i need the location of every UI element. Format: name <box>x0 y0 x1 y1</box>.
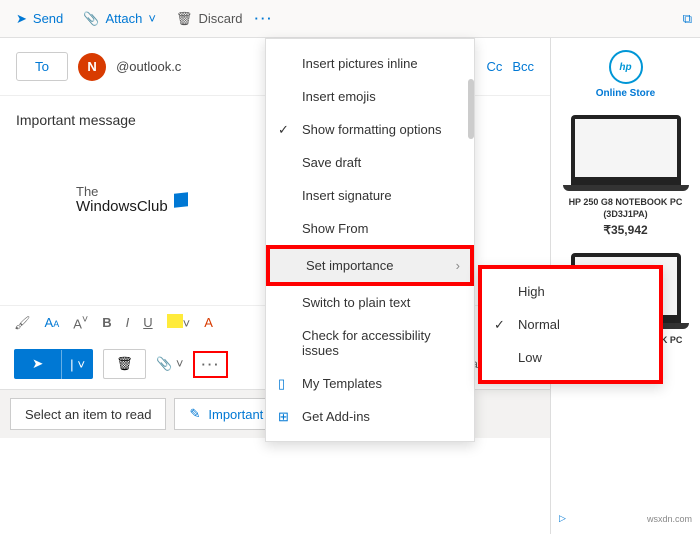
tab-read-label: Select an item to read <box>25 407 151 422</box>
discard-icon-button[interactable]: 🗑 <box>103 349 146 379</box>
product-name-1: HP 250 G8 NOTEBOOK PC (3D3J1PA) <box>555 197 696 220</box>
cc-button[interactable]: Cc <box>486 59 502 74</box>
scrollbar[interactable] <box>468 79 474 139</box>
importance-normal[interactable]: Normal <box>482 308 659 341</box>
popout-icon[interactable]: ⧉ <box>683 11 692 27</box>
trash-icon: 🗑 <box>176 11 193 27</box>
menu-insert-emojis[interactable]: Insert emojis <box>266 80 474 113</box>
menu-get-addins[interactable]: ⊞ Get Add-ins <box>266 400 474 433</box>
menu-show-formatting[interactable]: Show formatting options <box>266 113 474 146</box>
to-button[interactable]: To <box>16 52 68 81</box>
logo-line2: WindowsClub <box>76 199 168 216</box>
product-image-1[interactable] <box>571 115 681 185</box>
discard-button[interactable]: 🗑 Discard <box>168 7 251 31</box>
menu-accessibility[interactable]: Check for accessibility issues <box>266 319 474 367</box>
template-icon: ▯ <box>278 376 285 392</box>
chevron-down-icon: ˅ <box>148 11 156 26</box>
avatar[interactable]: N <box>78 53 106 81</box>
ad-site: wsxdn.com <box>647 514 692 524</box>
font-color-button[interactable]: A <box>204 315 213 330</box>
send-button[interactable]: ➤ Send <box>8 7 71 31</box>
product-price-1: ₹35,942 <box>603 223 647 237</box>
discard-label: Discard <box>198 11 242 26</box>
hp-logo-icon[interactable]: hp <box>609 50 643 84</box>
tab-read[interactable]: Select an item to read <box>10 398 166 430</box>
menu-insert-signature[interactable]: Insert signature <box>266 179 474 212</box>
ad-marker-icon[interactable]: ▷ <box>559 513 566 524</box>
logo-square-icon <box>174 193 188 208</box>
attach-label: Attach <box>105 11 142 26</box>
importance-submenu: High Normal Low <box>478 265 663 384</box>
attach-icon-button[interactable]: 📎 ˅ <box>156 356 183 372</box>
menu-plain-text[interactable]: Switch to plain text <box>266 286 474 319</box>
send-main[interactable]: ➤ <box>14 349 61 379</box>
font-size-icon[interactable]: A˅ <box>73 314 88 331</box>
recipient-email[interactable]: @outlook.c <box>116 59 181 74</box>
addins-icon: ⊞ <box>278 409 289 425</box>
logo-line1: The <box>76 185 168 199</box>
send-label: Send <box>33 11 63 26</box>
ad-footer: ▷ wsxdn.com <box>555 511 696 526</box>
more-actions-button[interactable]: ··· <box>255 11 274 26</box>
italic-button[interactable]: I <box>126 315 130 330</box>
menu-show-from[interactable]: Show From <box>266 212 474 245</box>
send-split-button[interactable]: ➤ | ˅ <box>14 349 93 379</box>
attach-button[interactable]: 📎 Attach ˅ <box>75 7 164 31</box>
highlight-button[interactable]: ˅ <box>167 314 191 331</box>
compose-toolbar: ➤ Send 📎 Attach ˅ 🗑 Discard ··· ⧉ <box>0 0 700 38</box>
menu-insert-pictures[interactable]: Insert pictures inline <box>266 47 474 80</box>
store-label: Online Store <box>596 88 655 99</box>
send-split[interactable]: | ˅ <box>61 350 93 379</box>
menu-set-importance[interactable]: Set importance › <box>266 245 474 286</box>
format-paint-icon[interactable]: 🖌 <box>14 315 31 331</box>
importance-low[interactable]: Low <box>482 341 659 374</box>
font-icon[interactable]: AA <box>45 315 60 330</box>
more-options-button[interactable]: ··· <box>193 351 228 378</box>
bold-button[interactable]: B <box>102 315 111 330</box>
menu-my-templates[interactable]: ▯ My Templates <box>266 367 474 400</box>
menu-save-draft[interactable]: Save draft <box>266 146 474 179</box>
menu-importance-label: Set importance <box>306 258 393 273</box>
attach-icon: 📎 <box>83 11 99 27</box>
send-icon: ➤ <box>16 11 27 27</box>
context-menu: Insert pictures inline Insert emojis Sho… <box>265 38 475 442</box>
edit-icon: ✎ <box>189 406 200 422</box>
chevron-right-icon: › <box>456 258 460 273</box>
menu-addins-label: Get Add-ins <box>302 409 370 424</box>
bcc-button[interactable]: Bcc <box>512 59 534 74</box>
importance-high[interactable]: High <box>482 275 659 308</box>
menu-templates-label: My Templates <box>302 376 382 391</box>
underline-button[interactable]: U <box>143 315 152 330</box>
cc-bcc: Cc Bcc <box>486 59 534 74</box>
